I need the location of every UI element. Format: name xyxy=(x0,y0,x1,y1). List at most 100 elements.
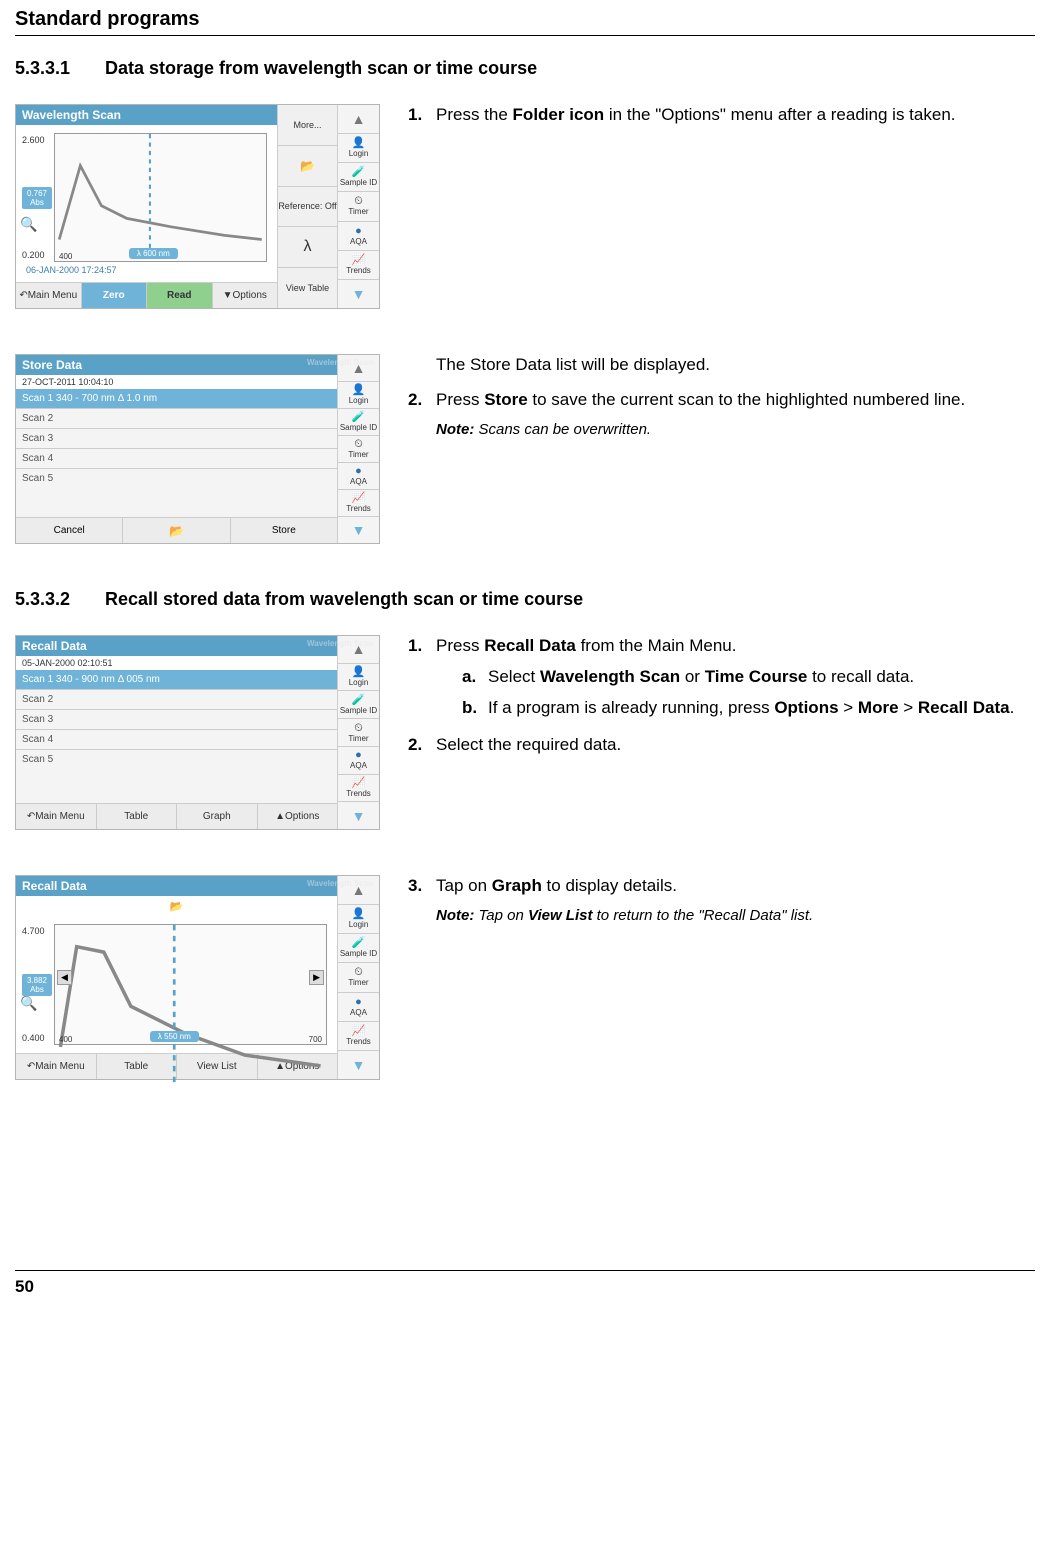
more-button[interactable]: More... xyxy=(278,105,337,146)
sampleid-button[interactable]: 🧪Sample ID xyxy=(338,691,379,719)
lambda-pill[interactable]: λ 600 nm xyxy=(129,248,178,259)
sampleid-button[interactable]: 🧪Sample ID xyxy=(338,163,379,192)
sampleid-button[interactable]: 🧪Sample ID xyxy=(338,409,379,436)
zero-button[interactable]: Zero xyxy=(82,283,148,308)
sampleid-icon: 🧪 xyxy=(352,412,366,423)
shot-title: Recall DataWavelength Scan xyxy=(16,876,337,896)
login-icon: 👤 xyxy=(352,909,366,920)
lambda-pill[interactable]: λ 550 nm xyxy=(150,1031,199,1042)
folder-button[interactable]: 📂 xyxy=(278,146,337,187)
section-5-3-3-2: 5.3.3.2 Recall stored data from waveleng… xyxy=(15,589,1035,610)
login-button[interactable]: 👤Login xyxy=(338,664,379,692)
x-axis-min: 400 xyxy=(59,252,72,261)
screenshot-recall-graph: Recall DataWavelength Scan 📂 4.700 3.882… xyxy=(15,875,380,1080)
scan-row-4[interactable]: Scan 4 xyxy=(16,730,337,750)
step-1: 1. Press the Folder icon in the "Options… xyxy=(408,104,1035,127)
scroll-down-button[interactable]: ▼ xyxy=(338,1051,379,1079)
section-title: Recall stored data from wavelength scan … xyxy=(105,589,583,610)
folder-button[interactable]: 📂 xyxy=(123,518,230,543)
scan-row-1[interactable]: Scan 1 340 - 700 nm Δ 1.0 nm xyxy=(16,389,337,409)
scroll-down-button[interactable]: ▼ xyxy=(338,802,379,829)
trends-icon: 📈 xyxy=(352,778,366,789)
note-overwrite: Note: Scans can be overwritten. xyxy=(436,420,1035,440)
read-button[interactable]: Read xyxy=(147,283,213,308)
lambda-button[interactable]: λ xyxy=(278,227,337,268)
shot-title: Recall DataWavelength Scan xyxy=(16,636,337,656)
chart-plot[interactable]: 400 λ 600 nm xyxy=(54,133,267,262)
timestamp: 06-JAN-2000 17:24:57 xyxy=(22,264,271,276)
scroll-up-button[interactable]: ▲ xyxy=(338,105,379,134)
step-2-recall: 2. Select the required data. xyxy=(408,734,1035,757)
chevron-down-icon: ▼ xyxy=(352,808,366,824)
trends-button[interactable]: 📈Trends xyxy=(338,251,379,280)
graph-button[interactable]: Graph xyxy=(177,804,258,829)
login-icon: 👤 xyxy=(352,667,366,678)
timer-icon: ⏲ xyxy=(354,196,363,207)
timer-button[interactable]: ⏲Timer xyxy=(338,436,379,463)
x-axis-min: 400 xyxy=(59,1035,72,1044)
aqa-button[interactable]: ●AQA xyxy=(338,747,379,775)
x-axis-max: 700 xyxy=(309,1035,322,1044)
zoom-icon[interactable]: 🔍 xyxy=(20,216,37,233)
folder-icon: 📂 xyxy=(169,524,184,538)
y-axis-max: 2.600 xyxy=(22,135,52,145)
cursor-right-button[interactable]: ▶ xyxy=(309,970,324,985)
trends-button[interactable]: 📈Trends xyxy=(338,775,379,803)
abs-badge: 0.767 Abs xyxy=(22,187,52,209)
y-axis-min: 0.400 xyxy=(22,1033,52,1043)
main-menu-button[interactable]: ↶ Main Menu xyxy=(16,804,97,829)
login-button[interactable]: 👤Login xyxy=(338,905,379,934)
chevron-down-icon: ▼ xyxy=(352,522,366,538)
table-button[interactable]: Table xyxy=(97,804,178,829)
login-icon: 👤 xyxy=(352,385,366,396)
y-axis-min: 0.200 xyxy=(22,250,52,260)
aqa-button[interactable]: ●AQA xyxy=(338,463,379,490)
substep-a: a. Select Wavelength Scan or Time Course… xyxy=(462,666,1035,689)
section-number: 5.3.3.1 xyxy=(15,58,85,79)
cursor-left-button[interactable]: ◀ xyxy=(57,970,72,985)
scroll-down-button[interactable]: ▼ xyxy=(338,280,379,308)
shot-title: Store DataWavelength Scan xyxy=(16,355,337,375)
timer-icon: ⏲ xyxy=(354,723,363,734)
login-button[interactable]: 👤Login xyxy=(338,382,379,409)
timer-button[interactable]: ⏲Timer xyxy=(338,192,379,221)
chart-plot[interactable]: ◀ ▶ 400 700 λ 550 nm xyxy=(54,924,327,1045)
login-button[interactable]: 👤Login xyxy=(338,134,379,163)
sampleid-icon: 🧪 xyxy=(352,695,366,706)
scan-row-2[interactable]: Scan 2 xyxy=(16,409,337,429)
scan-row-1[interactable]: Scan 1 340 - 900 nm Δ 005 nm xyxy=(16,670,337,690)
aqa-button[interactable]: ●AQA xyxy=(338,993,379,1022)
login-icon: 👤 xyxy=(352,138,366,149)
scroll-down-button[interactable]: ▼ xyxy=(338,517,379,543)
trends-button[interactable]: 📈Trends xyxy=(338,1022,379,1051)
main-menu-button[interactable]: ↶ Main Menu xyxy=(16,283,82,308)
store-button[interactable]: Store xyxy=(231,518,337,543)
scan-row-4[interactable]: Scan 4 xyxy=(16,449,337,469)
header-title: Standard programs xyxy=(15,8,1035,31)
page-footer: 50 xyxy=(15,1270,1035,1297)
view-table-button[interactable]: View Table xyxy=(278,268,337,308)
aqa-button[interactable]: ●AQA xyxy=(338,222,379,251)
note-viewlist: Note: Tap on View List to return to the … xyxy=(436,906,1035,926)
scan-row-5[interactable]: Scan 5 xyxy=(16,469,337,517)
scan-row-5[interactable]: Scan 5 xyxy=(16,750,337,803)
folder-icon[interactable]: 📂 xyxy=(170,901,184,913)
trends-icon: 📈 xyxy=(352,255,366,266)
step-3-graph: 3. Tap on Graph to display details. Note… xyxy=(408,875,1035,926)
aqa-icon: ● xyxy=(355,997,362,1008)
options-button[interactable]: ▼Options xyxy=(213,283,278,308)
timer-button[interactable]: ⏲Timer xyxy=(338,963,379,992)
timer-button[interactable]: ⏲Timer xyxy=(338,719,379,747)
step-2: 2. Press Store to save the current scan … xyxy=(408,389,1035,440)
trends-icon: 📈 xyxy=(352,493,366,504)
options-button[interactable]: ▲Options xyxy=(258,804,338,829)
scan-row-2[interactable]: Scan 2 xyxy=(16,690,337,710)
sampleid-button[interactable]: 🧪Sample ID xyxy=(338,934,379,963)
scan-row-3[interactable]: Scan 3 xyxy=(16,429,337,449)
cancel-button[interactable]: Cancel xyxy=(16,518,123,543)
page-number: 50 xyxy=(15,1277,34,1296)
trends-button[interactable]: 📈Trends xyxy=(338,490,379,517)
zoom-icon[interactable]: 🔍 xyxy=(20,995,37,1012)
scan-row-3[interactable]: Scan 3 xyxy=(16,710,337,730)
reference-button[interactable]: Reference: Off xyxy=(278,187,337,228)
